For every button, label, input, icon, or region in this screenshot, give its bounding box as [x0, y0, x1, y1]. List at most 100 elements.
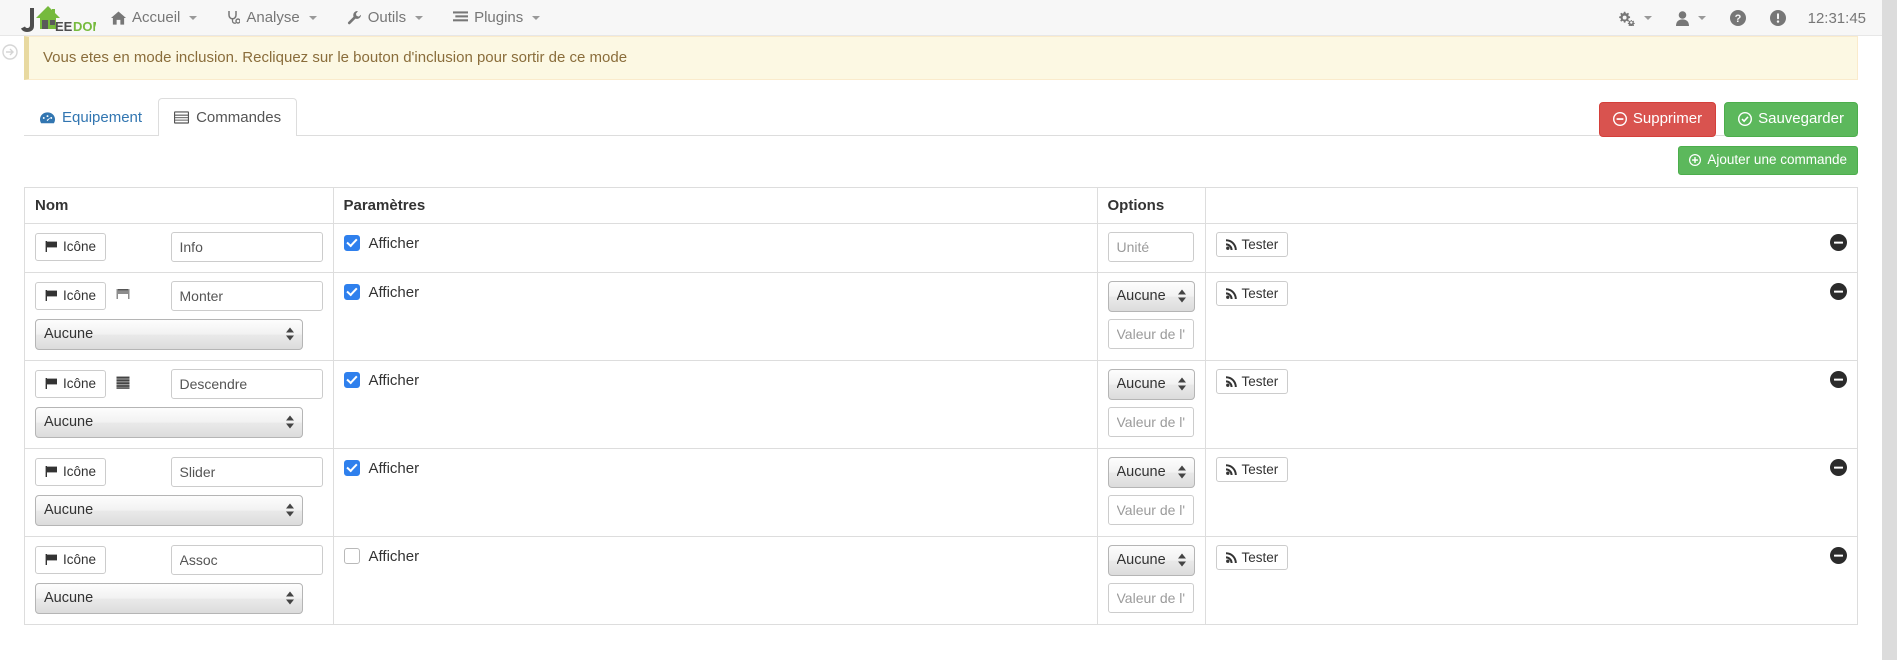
save-button[interactable]: Sauvegarder [1724, 102, 1858, 137]
cell-parametres: Afficher [333, 223, 1098, 273]
info-icon [1769, 10, 1786, 26]
arrow-circle-right-icon [2, 44, 18, 60]
header-actions [1205, 187, 1857, 224]
tab-commandes[interactable]: Commandes [158, 97, 298, 136]
nav-item-settings[interactable] [1606, 0, 1664, 36]
afficher-checkbox-row[interactable]: Afficher [343, 281, 1087, 301]
icon-picker-button[interactable]: Icône [35, 457, 107, 486]
nav-label-plugins: Plugins [474, 9, 524, 26]
header-nom: Nom [25, 187, 334, 224]
nav-item-accueil[interactable]: Accueil [96, 0, 212, 36]
option-select-wrapper[interactable]: Aucune [1107, 368, 1195, 400]
cell-parametres: Afficher [333, 448, 1098, 537]
valeur-info-input[interactable] [1107, 494, 1194, 525]
table-header-row: Nom Paramètres Options [25, 187, 1857, 224]
test-button-label: Tester [1241, 373, 1279, 389]
flag-icon [45, 289, 58, 302]
cell-parametres: Afficher [333, 536, 1098, 625]
icon-picker-button[interactable]: Icône [35, 369, 107, 398]
command-value-select-wrapper[interactable]: Aucune [35, 582, 303, 614]
delete-command-button[interactable] [1830, 233, 1847, 251]
delete-command-button[interactable] [1830, 546, 1847, 564]
clock: 12:31:45 [1807, 9, 1866, 27]
rss-icon [1225, 375, 1238, 387]
command-name-input[interactable] [170, 456, 323, 487]
afficher-label: Afficher [368, 547, 420, 565]
afficher-checkbox-row[interactable]: Afficher [343, 457, 1087, 477]
afficher-checkbox[interactable] [343, 235, 360, 252]
rss-icon [1225, 238, 1238, 250]
nav-label-outils: Outils [367, 9, 407, 26]
command-value-select-wrapper[interactable]: Aucune [35, 318, 303, 350]
command-name-input[interactable] [170, 231, 323, 262]
cell-parametres: Afficher [333, 272, 1098, 361]
delete-button[interactable]: Supprimer [1598, 102, 1717, 137]
cell-actions: Tester [1205, 536, 1857, 625]
tab-label-equipement: Equipement [62, 108, 143, 126]
chevron-down-icon [189, 15, 198, 20]
afficher-checkbox[interactable] [343, 460, 360, 477]
afficher-checkbox-row[interactable]: Afficher [343, 545, 1087, 565]
wrench-icon [347, 10, 362, 25]
option-select-wrapper[interactable]: Aucune [1107, 456, 1195, 488]
delete-command-button[interactable] [1830, 370, 1847, 388]
cell-actions: Tester [1205, 360, 1857, 449]
icon-picker-button[interactable]: Icône [35, 545, 107, 574]
command-value-select[interactable]: Aucune [35, 406, 303, 438]
valeur-info-input[interactable] [1107, 318, 1194, 349]
nav-item-info[interactable] [1758, 0, 1798, 36]
nav-item-help[interactable]: ? [1718, 0, 1758, 36]
test-button[interactable]: Tester [1215, 231, 1289, 257]
command-value-select[interactable]: Aucune [35, 582, 303, 614]
command-value-select[interactable]: Aucune [35, 318, 303, 350]
icon-picker-button[interactable]: Icône [35, 232, 107, 261]
test-button[interactable]: Tester [1215, 280, 1289, 306]
command-value-select-wrapper[interactable]: Aucune [35, 406, 303, 438]
add-command-button[interactable]: Ajouter une commande [1678, 146, 1858, 175]
afficher-checkbox[interactable] [343, 372, 360, 389]
gears-icon [1618, 11, 1635, 26]
afficher-checkbox-row[interactable]: Afficher [343, 232, 1087, 252]
test-button-label: Tester [1241, 236, 1279, 252]
command-name-input[interactable] [170, 280, 323, 311]
test-button[interactable]: Tester [1215, 456, 1289, 482]
option-select[interactable]: Aucune [1107, 280, 1195, 312]
test-button[interactable]: Tester [1215, 544, 1289, 570]
nav-item-analyse[interactable]: Analyse [212, 0, 331, 36]
sidebar-toggle-button[interactable] [2, 44, 18, 60]
option-select-wrapper[interactable]: Aucune [1107, 544, 1195, 576]
nav-item-user[interactable] [1664, 0, 1718, 36]
tab-equipement[interactable]: Equipement [24, 98, 158, 137]
valeur-info-input[interactable] [1107, 582, 1194, 613]
afficher-checkbox[interactable] [343, 548, 360, 565]
commands-table-container: Nom Paramètres Options Icône Afficher Tes… [24, 186, 1858, 625]
test-button-label: Tester [1241, 461, 1279, 477]
nav-item-outils[interactable]: Outils [332, 0, 438, 36]
page-scrollbar[interactable] [1882, 0, 1897, 660]
user-icon [1675, 10, 1689, 26]
chevron-down-icon [1697, 16, 1706, 20]
option-select[interactable]: Aucune [1107, 544, 1195, 576]
afficher-checkbox[interactable] [343, 284, 360, 301]
delete-button-label: Supprimer [1632, 110, 1703, 127]
command-name-input[interactable] [170, 544, 323, 575]
flag-icon [45, 240, 58, 253]
option-select[interactable]: Aucune [1107, 368, 1195, 400]
dashboard-icon [40, 111, 55, 124]
nav-item-plugins[interactable]: Plugins [438, 0, 555, 36]
option-select-wrapper[interactable]: Aucune [1107, 280, 1195, 312]
test-button[interactable]: Tester [1215, 368, 1289, 394]
command-value-select[interactable]: Aucune [35, 494, 303, 526]
delete-command-button[interactable] [1830, 458, 1847, 476]
delete-command-button[interactable] [1830, 282, 1847, 300]
jeedom-logo[interactable]: EE DOM [0, 0, 96, 36]
command-value-select-wrapper[interactable]: Aucune [35, 494, 303, 526]
option-select[interactable]: Aucune [1107, 456, 1195, 488]
command-name-input[interactable] [170, 368, 323, 399]
icon-picker-button[interactable]: Icône [35, 281, 107, 310]
unite-input[interactable] [1107, 231, 1194, 262]
afficher-checkbox-row[interactable]: Afficher [343, 369, 1087, 389]
valeur-info-input[interactable] [1107, 406, 1194, 437]
table-icon [174, 111, 190, 124]
top-navbar: EE DOM Accueil Analyse [0, 0, 1882, 36]
